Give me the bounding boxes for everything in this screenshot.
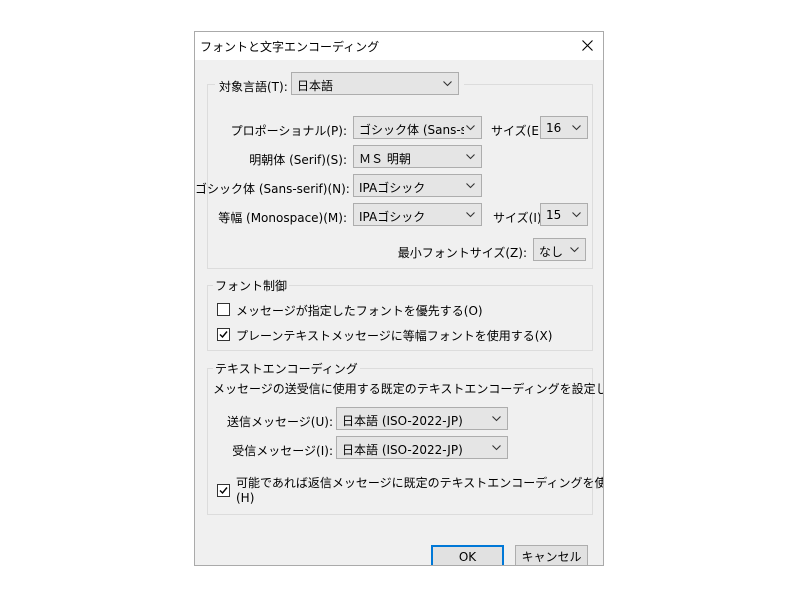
close-button[interactable] [573,32,603,60]
proportional-label: プロポーショナル(P): [230,124,347,138]
fonts-encoding-dialog: フォントと文字エンコーディング 対象言語(T): 日本語 プロポーショナル(P)… [194,31,604,566]
chevron-down-icon [443,81,452,87]
chevron-down-icon [492,416,501,422]
outgoing-label: 送信メッセージ(U): [227,415,333,429]
size-select-e[interactable]: 16 [540,116,588,139]
chevron-down-icon [466,212,475,218]
outgoing-value: 日本語 (ISO-2022-JP) [342,414,463,428]
font-control-legend: フォント制御 [213,277,290,294]
sans-value: IPAゴシック [359,181,426,195]
language-value: 日本語 [297,79,334,93]
title-bar: フォントと文字エンコーディング [195,32,603,60]
cancel-button[interactable]: キャンセル [515,545,588,565]
reply-encoding-checkbox[interactable] [217,484,230,497]
chevron-down-icon [570,247,579,253]
size-value-e: 16 [546,121,562,135]
size-select-i[interactable]: 15 [540,203,588,226]
serif-label: 明朝体 (Serif)(S): [249,153,347,167]
sans-label: ゴシック体 (Sans-serif)(N): [195,182,350,196]
mono-label: 等幅 (Monospace)(M): [218,211,347,225]
min-size-label: 最小フォントサイズ(Z): [397,246,527,260]
fixed-width-checkbox[interactable] [217,328,230,341]
incoming-label: 受信メッセージ(I): [232,444,333,458]
allow-fonts-label[interactable]: メッセージが指定したフォントを優先する(O) [236,302,483,319]
serif-select[interactable]: ＭＳ 明朝 [353,145,482,168]
chevron-down-icon [572,125,581,131]
language-label: 対象言語(T): [219,80,288,94]
chevron-down-icon [492,445,501,451]
checkmark-icon [219,331,228,339]
allow-fonts-checkbox[interactable] [217,303,230,316]
close-icon [582,40,593,51]
chevron-down-icon [466,183,475,189]
chevron-down-icon [572,212,581,218]
incoming-select[interactable]: 日本語 (ISO-2022-JP) [336,436,508,459]
serif-value: ＭＳ 明朝 [359,152,411,166]
chevron-down-icon [466,154,475,160]
checkmark-icon [219,487,228,495]
incoming-value: 日本語 (ISO-2022-JP) [342,443,463,457]
fixed-width-label[interactable]: プレーンテキストメッセージに等幅フォントを使用する(X) [236,327,552,344]
sans-select[interactable]: IPAゴシック [353,174,482,197]
outgoing-select[interactable]: 日本語 (ISO-2022-JP) [336,407,508,430]
encoding-description: メッセージの送受信に使用する既定のテキストエンコーディングを設定します。 [213,382,604,396]
size-label-i: サイズ(I): [493,211,546,225]
mono-select[interactable]: IPAゴシック [353,203,482,226]
min-size-value: なし [539,245,564,259]
chevron-down-icon [466,125,475,131]
proportional-value: ゴシック体 (Sans-s... [359,123,464,137]
dialog-title: フォントと文字エンコーディング [200,40,380,54]
ok-button[interactable]: OK [431,545,504,565]
min-size-select[interactable]: なし [533,238,586,261]
size-value-i: 15 [546,208,562,222]
proportional-select[interactable]: ゴシック体 (Sans-s... [353,116,482,139]
reply-encoding-label-line2[interactable]: (H) [236,491,254,505]
reply-encoding-label-line1[interactable]: 可能であれば返信メッセージに既定のテキストエンコーディングを使用する [236,474,603,491]
encoding-legend: テキストエンコーディング [213,360,360,377]
language-select[interactable]: 日本語 [291,72,459,95]
mono-value: IPAゴシック [359,210,426,224]
